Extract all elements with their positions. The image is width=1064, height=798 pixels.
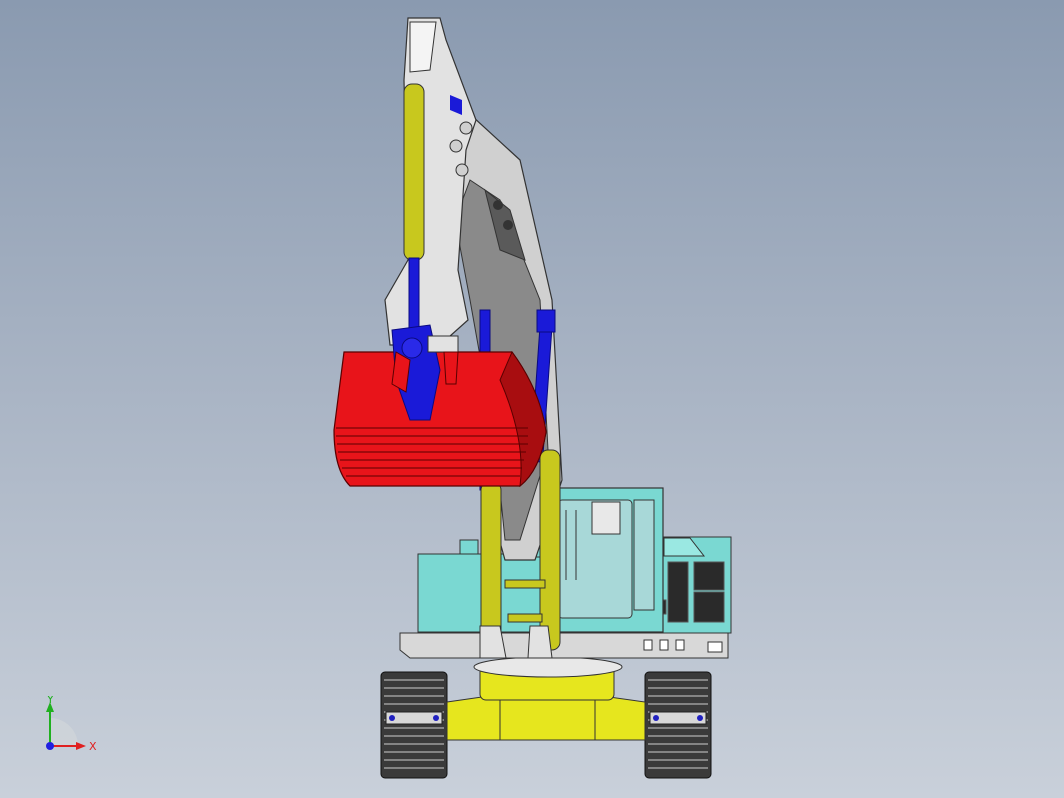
- left-track: [380, 671, 448, 779]
- operator-cab: [546, 487, 664, 633]
- graphics-viewport[interactable]: Y X: [0, 0, 1064, 798]
- swing-ring: [473, 656, 623, 678]
- arm: [384, 17, 477, 346]
- y-axis-label: Y: [46, 696, 54, 706]
- coordinate-triad: Y X: [46, 696, 97, 753]
- excavator-model[interactable]: [0, 0, 1064, 798]
- right-track: [644, 671, 712, 779]
- x-axis-label: X: [89, 740, 97, 753]
